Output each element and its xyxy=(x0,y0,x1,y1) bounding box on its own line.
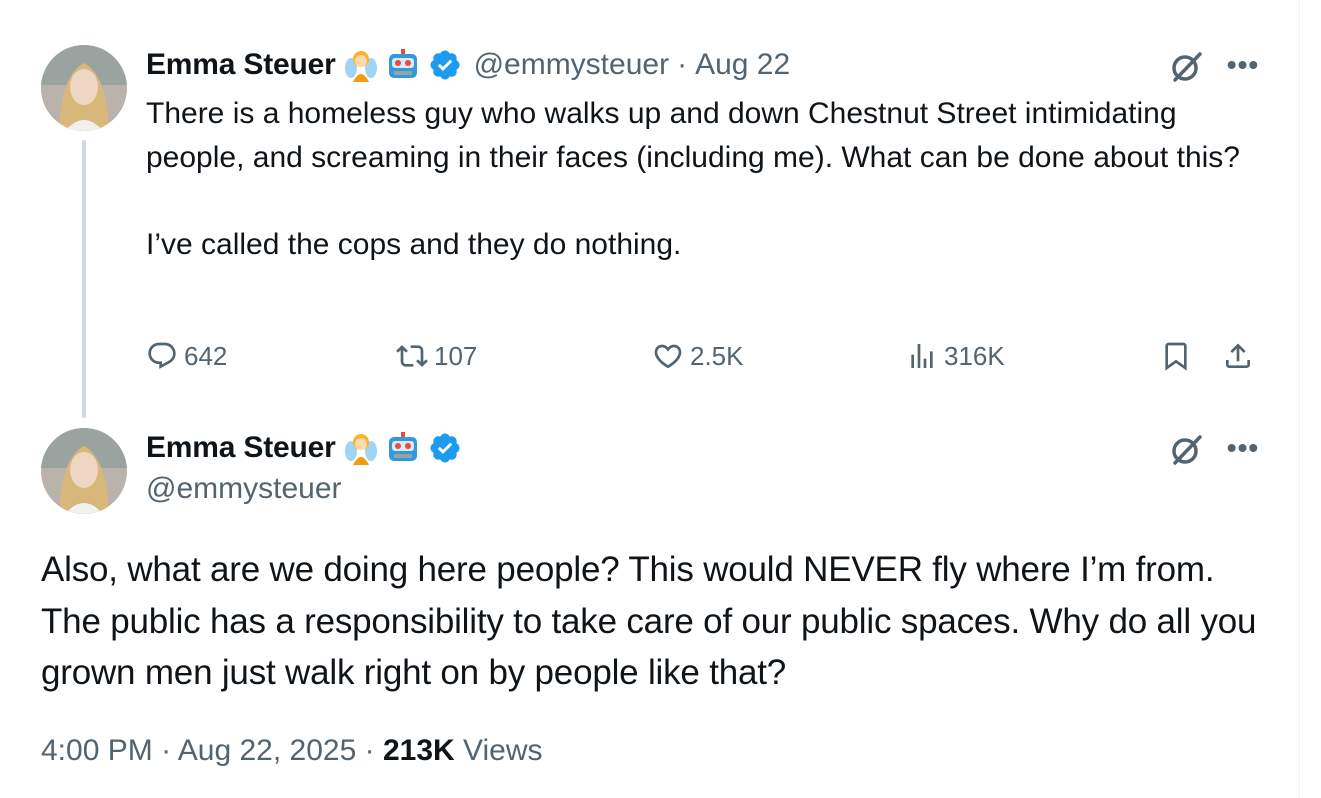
views-button[interactable]: 316K xyxy=(906,334,1005,378)
display-name[interactable]: Emma Steuer xyxy=(146,48,336,82)
more-options-icon[interactable]: ••• xyxy=(1223,428,1263,468)
views-count: 316K xyxy=(944,340,1005,371)
tweet-header: Emma Steuer @emmysteuer · Aug 22 xyxy=(146,45,790,85)
reply-count: 642 xyxy=(184,340,228,371)
thread-connector xyxy=(82,140,86,418)
more-options-icon[interactable]: ••• xyxy=(1223,45,1263,85)
separator-dot: · xyxy=(677,48,688,81)
tweet-time[interactable]: 4:00 PM xyxy=(41,734,153,767)
handle[interactable]: @emmysteuer xyxy=(474,48,670,82)
separator-dot: · xyxy=(161,734,172,767)
repost-button[interactable]: 107 xyxy=(396,334,477,378)
action-bar: 642 107 2.5K 316K xyxy=(146,334,1266,378)
grok-icon[interactable] xyxy=(1166,430,1206,470)
fairy-emoji-icon xyxy=(344,431,378,465)
right-border xyxy=(1299,0,1300,798)
views-count: 213K xyxy=(382,734,455,767)
repost-count: 107 xyxy=(434,340,478,371)
views-label: Views xyxy=(463,734,543,767)
grok-icon[interactable] xyxy=(1166,47,1206,87)
share-icon xyxy=(1226,343,1250,368)
robot-emoji-icon xyxy=(386,48,420,82)
share-button[interactable] xyxy=(1222,334,1254,378)
heart-icon xyxy=(654,344,682,369)
verified-badge-icon[interactable] xyxy=(428,48,462,82)
timestamp[interactable]: Aug 22 xyxy=(695,48,790,82)
reply-button[interactable]: 642 xyxy=(146,334,227,378)
like-count: 2.5K xyxy=(690,340,744,371)
handle[interactable]: @emmysteuer xyxy=(146,472,342,506)
avatar[interactable] xyxy=(41,428,127,514)
bookmark-button[interactable] xyxy=(1160,334,1192,378)
tweet-text: Also, what are we doing here people? Thi… xyxy=(41,550,1266,692)
tweet-header: Emma Steuer xyxy=(146,428,462,468)
analytics-icon xyxy=(911,344,933,368)
tweet-date[interactable]: Aug 22, 2025 xyxy=(178,734,357,767)
fairy-emoji-icon xyxy=(344,48,378,82)
tweet-text: There is a homeless guy who walks up and… xyxy=(146,97,1240,261)
tweet-meta: 4:00 PM · Aug 22, 2025 · 213K Views xyxy=(41,734,543,768)
like-button[interactable]: 2.5K xyxy=(652,334,744,378)
separator-dot: · xyxy=(364,734,375,767)
display-name[interactable]: Emma Steuer xyxy=(146,431,336,465)
verified-badge-icon[interactable] xyxy=(428,431,462,465)
repost-icon xyxy=(396,345,428,367)
reply-icon xyxy=(148,342,176,369)
robot-emoji-icon xyxy=(386,431,420,465)
avatar[interactable] xyxy=(41,45,127,131)
bookmark-icon xyxy=(1165,342,1187,371)
